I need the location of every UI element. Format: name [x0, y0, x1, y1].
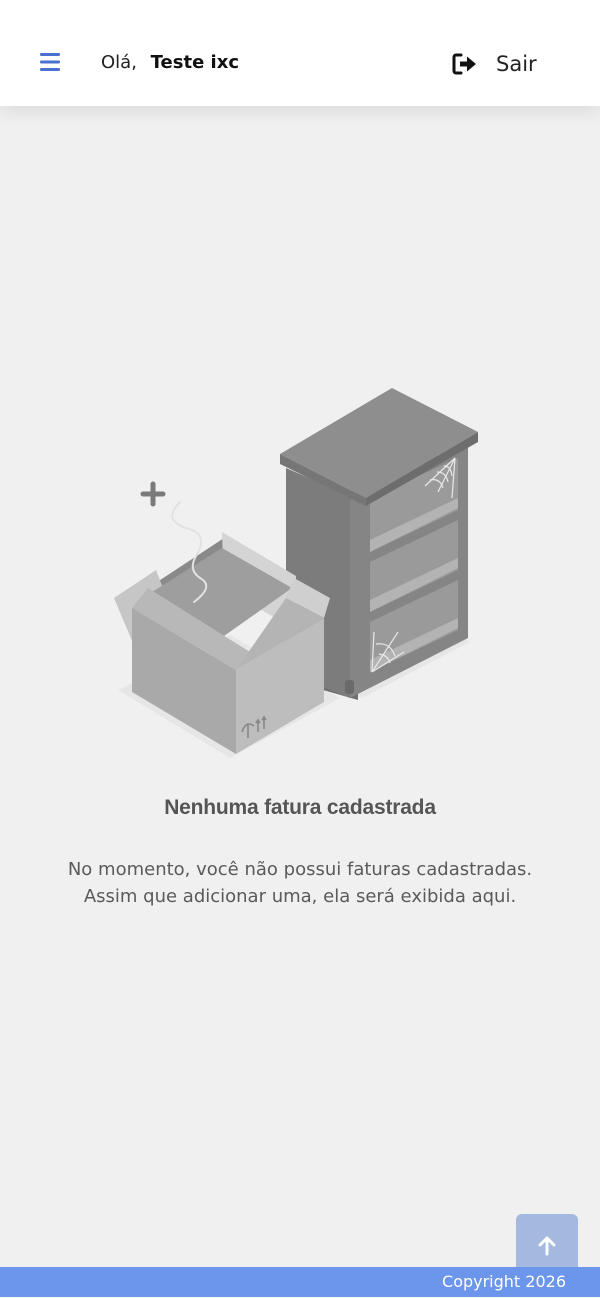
page: Olá, Teste ixc Sair Nenhuma fatura cadas…: [0, 0, 600, 1298]
footer: Copyright 2026: [0, 1267, 600, 1297]
empty-state-description-line-1: No momento, você não possui faturas cada…: [67, 859, 533, 880]
empty-state-description-line-2: Assim que adicionar uma, ela será exibid…: [83, 886, 517, 907]
arrow-up-icon: [538, 1236, 556, 1256]
copyright-text: Copyright 2026: [442, 1272, 566, 1291]
logout-label: Sair: [496, 52, 537, 76]
empty-state-title: Nenhuma fatura cadastrada: [164, 796, 436, 819]
logout-button[interactable]: Sair: [452, 48, 537, 80]
greeting: Olá, Teste ixc: [101, 51, 239, 75]
hamburger-menu-icon: [40, 53, 60, 71]
greeting-text: Olá,: [101, 52, 137, 73]
sign-out-icon: [452, 53, 476, 75]
menu-button[interactable]: [32, 44, 68, 80]
app-header: Olá, Teste ixc Sair: [0, 0, 600, 106]
empty-state-description: No momento, você não possui faturas cada…: [0, 856, 600, 910]
user-name: Teste ixc: [150, 52, 239, 73]
empty-box-and-shelf-illustration: [114, 388, 478, 758]
